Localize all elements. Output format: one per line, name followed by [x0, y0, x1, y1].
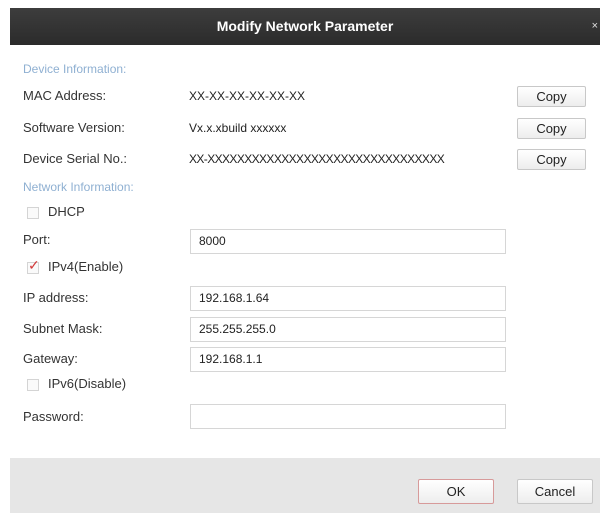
- gateway-label: Gateway:: [23, 351, 78, 366]
- ipv6-label: IPv6(Disable): [48, 376, 127, 391]
- password-field[interactable]: [190, 404, 506, 429]
- dialog-footer: [10, 458, 600, 513]
- serial-number-value: XX-XXXXXXXXXXXXXXXXXXXXXXXXXXXXXXXX: [189, 152, 445, 166]
- copy-software-version-button[interactable]: Copy: [517, 118, 586, 139]
- check-icon: ✓: [28, 257, 40, 273]
- copy-mac-button[interactable]: Copy: [517, 86, 586, 107]
- software-version-value: Vx.x.xbuild xxxxxx: [189, 121, 287, 135]
- ipv4-label: IPv4(Enable): [48, 259, 124, 274]
- device-info-heading: Device Information:: [23, 62, 127, 76]
- cancel-button[interactable]: Cancel: [517, 479, 593, 504]
- ipv4-checkbox[interactable]: ✓: [27, 258, 40, 274]
- copy-serial-number-button[interactable]: Copy: [517, 149, 586, 170]
- network-info-heading: Network Information:: [23, 180, 134, 194]
- dialog-titlebar: Modify Network Parameter ×: [10, 8, 600, 45]
- password-label: Password:: [23, 409, 84, 424]
- dhcp-checkbox[interactable]: [27, 207, 39, 219]
- software-version-label: Software Version:: [23, 120, 125, 135]
- gateway-field[interactable]: 192.168.1.1: [190, 347, 506, 372]
- ip-address-label: IP address:: [23, 290, 89, 305]
- dhcp-label: DHCP: [48, 204, 85, 219]
- port-field[interactable]: 8000: [190, 229, 506, 254]
- port-label: Port:: [23, 232, 51, 247]
- modify-network-dialog: Modify Network Parameter × Device Inform…: [10, 8, 600, 513]
- ok-button[interactable]: OK: [418, 479, 494, 504]
- close-icon[interactable]: ×: [592, 20, 598, 32]
- mac-address-value: XX-XX-XX-XX-XX-XX: [189, 89, 306, 103]
- ip-address-field[interactable]: 192.168.1.64: [190, 286, 506, 311]
- mac-address-label: MAC Address:: [23, 88, 107, 103]
- dialog-title: Modify Network Parameter: [216, 18, 394, 34]
- ipv6-checkbox[interactable]: [27, 379, 39, 391]
- subnet-mask-field[interactable]: 255.255.255.0: [190, 317, 506, 342]
- serial-number-label: Device Serial No.:: [23, 151, 128, 166]
- subnet-mask-label: Subnet Mask:: [23, 321, 103, 336]
